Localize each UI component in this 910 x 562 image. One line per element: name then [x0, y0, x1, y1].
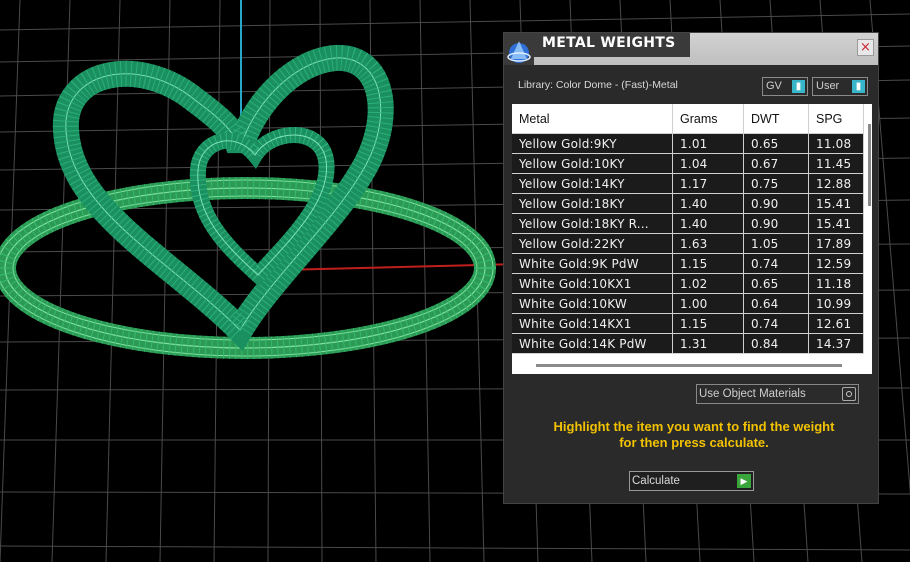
table-row[interactable]: White Gold:14KX1 1.15 0.74 12.61: [512, 313, 864, 334]
cell-metal: Yellow Gold:9KY: [512, 133, 673, 154]
cell-metal: White Gold:9K PdW: [512, 253, 673, 274]
cell-dwt: 0.74: [743, 253, 809, 274]
metal-table[interactable]: Metal Grams DWT SPG Yellow Gold:9KY 1.01…: [512, 104, 872, 374]
cell-spg: 12.88: [808, 173, 864, 194]
vertical-scrollbar[interactable]: [868, 124, 871, 206]
cell-spg: 15.41: [808, 213, 864, 234]
table-row[interactable]: Yellow Gold:18KY 1.40 0.90 15.41: [512, 193, 864, 214]
cell-grams: 1.01: [672, 133, 744, 154]
table-row[interactable]: Yellow Gold:9KY 1.01 0.65 11.08: [512, 133, 864, 154]
cell-spg: 11.45: [808, 153, 864, 174]
use-object-materials-label: Use Object Materials: [699, 388, 806, 400]
cell-dwt: 0.75: [743, 173, 809, 194]
calculate-button[interactable]: Calculate ▶: [629, 471, 754, 491]
cell-dwt: 0.90: [743, 213, 809, 234]
cell-metal: Yellow Gold:14KY: [512, 173, 673, 194]
cell-grams: 1.00: [672, 293, 744, 314]
cell-metal: Yellow Gold:18KY: [512, 193, 673, 214]
column-header-metal[interactable]: Metal: [512, 104, 673, 134]
cell-metal: White Gold:10KW: [512, 293, 673, 314]
cell-dwt: 0.74: [743, 313, 809, 334]
cell-grams: 1.15: [672, 313, 744, 334]
table-row[interactable]: White Gold:10KX1 1.02 0.65 11.18: [512, 273, 864, 294]
cell-dwt: 0.67: [743, 153, 809, 174]
user-dropdown-value: User: [816, 80, 840, 92]
close-button[interactable]: ×: [857, 39, 874, 56]
horizontal-scrollbar[interactable]: [536, 364, 842, 367]
gv-dropdown-value: GV: [766, 80, 782, 92]
metal-weights-panel: METAL WEIGHTS × Library: Color Dome - (F…: [503, 32, 879, 504]
column-header-spg[interactable]: SPG: [808, 104, 864, 134]
cell-grams: 1.02: [672, 273, 744, 294]
cell-spg: 15.41: [808, 193, 864, 214]
table-row[interactable]: Yellow Gold:18KY R... 1.40 0.90 15.41: [512, 213, 864, 234]
cell-spg: 17.89: [808, 233, 864, 254]
table-header-row: Metal Grams DWT SPG: [512, 104, 864, 134]
table-row[interactable]: Yellow Gold:14KY 1.17 0.75 12.88: [512, 173, 864, 194]
user-dropdown[interactable]: User ▮: [812, 77, 868, 96]
column-header-grams[interactable]: Grams: [672, 104, 744, 134]
radio-icon[interactable]: [842, 387, 856, 401]
calculate-label: Calculate: [632, 475, 680, 487]
table-row[interactable]: White Gold:10KW 1.00 0.64 10.99: [512, 293, 864, 314]
panel-titlebar[interactable]: METAL WEIGHTS ×: [504, 33, 878, 65]
use-object-materials-toggle[interactable]: Use Object Materials: [696, 384, 859, 404]
cell-grams: 1.15: [672, 253, 744, 274]
column-header-dwt[interactable]: DWT: [743, 104, 809, 134]
table-row[interactable]: Yellow Gold:10KY 1.04 0.67 11.45: [512, 153, 864, 174]
play-icon[interactable]: ▶: [737, 474, 751, 488]
dropdown-arrow-icon[interactable]: ▮: [852, 80, 865, 93]
cell-metal: Yellow Gold:18KY R...: [512, 213, 673, 234]
table-row[interactable]: White Gold:9K PdW 1.15 0.74 12.59: [512, 253, 864, 274]
instruction-line-2: for then press calculate.: [619, 435, 769, 450]
cell-grams: 1.17: [672, 173, 744, 194]
instruction-text: Highlight the item you want to find the …: [514, 419, 874, 451]
app-logo-icon: [504, 33, 534, 65]
cell-spg: 11.08: [808, 133, 864, 154]
cell-spg: 14.37: [808, 333, 864, 354]
cell-dwt: 0.65: [743, 133, 809, 154]
cell-grams: 1.40: [672, 193, 744, 214]
panel-title: METAL WEIGHTS: [542, 35, 676, 51]
close-icon[interactable]: ×: [860, 40, 871, 55]
cell-grams: 1.31: [672, 333, 744, 354]
cell-grams: 1.63: [672, 233, 744, 254]
table-row[interactable]: Yellow Gold:22KY 1.63 1.05 17.89: [512, 233, 864, 254]
gv-dropdown[interactable]: GV ▮: [762, 77, 808, 96]
cell-dwt: 1.05: [743, 233, 809, 254]
cell-metal: White Gold:14KX1: [512, 313, 673, 334]
cell-metal: Yellow Gold:10KY: [512, 153, 673, 174]
cell-spg: 11.18: [808, 273, 864, 294]
cell-metal: White Gold:10KX1: [512, 273, 673, 294]
library-label: Library: Color Dome - (Fast)-Metal: [518, 79, 678, 91]
cell-grams: 1.40: [672, 213, 744, 234]
dropdown-arrow-icon[interactable]: ▮: [792, 80, 805, 93]
cell-dwt: 0.84: [743, 333, 809, 354]
cell-spg: 10.99: [808, 293, 864, 314]
cell-dwt: 0.64: [743, 293, 809, 314]
cell-metal: Yellow Gold:22KY: [512, 233, 673, 254]
table-row[interactable]: White Gold:14K PdW 1.31 0.84 14.37: [512, 333, 864, 354]
cell-spg: 12.59: [808, 253, 864, 274]
cell-dwt: 0.90: [743, 193, 809, 214]
instruction-line-1: Highlight the item you want to find the …: [553, 419, 835, 434]
cell-metal: White Gold:14K PdW: [512, 333, 673, 354]
cell-grams: 1.04: [672, 153, 744, 174]
cell-dwt: 0.65: [743, 273, 809, 294]
cell-spg: 12.61: [808, 313, 864, 334]
